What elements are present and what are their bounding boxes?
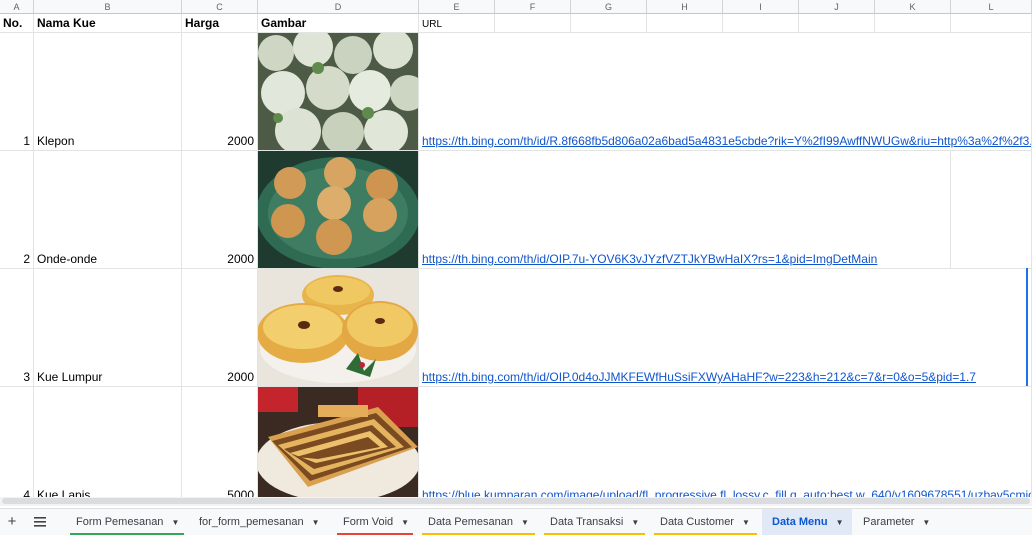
sheet-tab-label: Form Void: [343, 516, 394, 528]
caret-down-icon[interactable]: ▼: [742, 518, 750, 527]
header-empty-i[interactable]: [723, 14, 799, 33]
row-1-url-link[interactable]: https://th.bing.com/th/id/R.8f668fb5d806…: [422, 134, 1031, 148]
sheet-tab-color-bar: [544, 533, 645, 535]
sheet-tab-color-bar: [654, 533, 757, 535]
row-3-url[interactable]: https://th.bing.com/th/id/OIP.0d4oJJMKFE…: [419, 269, 1032, 387]
column-header-h[interactable]: H: [647, 0, 723, 14]
row-2-gambar-cell[interactable]: [258, 151, 419, 269]
header-empty-k[interactable]: [875, 14, 951, 33]
row-3-url-link[interactable]: https://th.bing.com/th/id/OIP.0d4oJJMKFE…: [422, 370, 976, 384]
row-2-harga[interactable]: 2000: [182, 151, 258, 269]
kue-lumpur-image: [258, 269, 418, 386]
row-3-no[interactable]: 3: [0, 269, 34, 387]
spreadsheet-grid[interactable]: ABCDEFGHIJKL No. Nama Kue Harga Gambar U…: [0, 0, 1032, 497]
sheet-tab-color-bar: [70, 533, 184, 535]
header-empty-g[interactable]: [571, 14, 647, 33]
kue-lapis-image: [258, 387, 418, 497]
caret-down-icon[interactable]: ▼: [836, 518, 844, 527]
caret-down-icon[interactable]: ▼: [401, 518, 409, 527]
row-4-no[interactable]: 4: [0, 387, 34, 497]
caret-down-icon[interactable]: ▼: [171, 518, 179, 527]
sheet-tab-label: Data Customer: [660, 516, 734, 528]
header-empty-h[interactable]: [647, 14, 723, 33]
row-2-url-link[interactable]: https://th.bing.com/th/id/OIP.7u-YOV6K3v…: [422, 252, 877, 266]
row-4-gambar-cell[interactable]: [258, 387, 419, 497]
column-header-e[interactable]: E: [419, 0, 495, 14]
klepon-image: [258, 33, 418, 150]
sheet-tab-data-pemesanan[interactable]: Data Pemesanan ▼: [418, 509, 539, 535]
caret-down-icon[interactable]: ▼: [631, 518, 639, 527]
row-3-harga[interactable]: 2000: [182, 269, 258, 387]
selection-edge: [1026, 268, 1028, 386]
plus-icon[interactable]: +: [0, 509, 24, 535]
row-3-nama[interactable]: Kue Lumpur: [34, 269, 182, 387]
row-1-harga[interactable]: 2000: [182, 33, 258, 151]
header-gambar[interactable]: Gambar: [258, 14, 419, 33]
sheet-tab-color-bar: [337, 533, 413, 535]
sheet-tab-label: Parameter: [863, 516, 915, 528]
row-4-url-link[interactable]: https://blue.kumparan.com/image/upload/f…: [422, 488, 1031, 497]
sheet-tab-label: for_form_pemesanan: [199, 516, 304, 528]
sheet-tab-for-form-pemesanan[interactable]: for_form_pemesanan ▼: [189, 509, 332, 535]
row-3-gambar-cell[interactable]: [258, 269, 419, 387]
row-1-url[interactable]: https://th.bing.com/th/id/R.8f668fb5d806…: [419, 33, 1032, 151]
sheet-tab-form-void[interactable]: Form Void ▼: [333, 509, 417, 535]
header-url[interactable]: URL: [419, 14, 495, 33]
sheet-tab-label: Data Menu: [772, 516, 828, 528]
caret-down-icon[interactable]: ▼: [922, 518, 930, 527]
row-1-gambar-cell[interactable]: [258, 33, 419, 151]
header-empty-l[interactable]: [951, 14, 1032, 33]
row-2-no[interactable]: 2: [0, 151, 34, 269]
sheet-tab-color-bar: [422, 533, 535, 535]
column-header-i[interactable]: I: [723, 0, 799, 14]
header-harga[interactable]: Harga: [182, 14, 258, 33]
menu-icon[interactable]: [28, 509, 52, 535]
column-header-f[interactable]: F: [495, 0, 571, 14]
row-2-url[interactable]: https://th.bing.com/th/id/OIP.7u-YOV6K3v…: [419, 151, 951, 269]
row-1-no[interactable]: 1: [0, 33, 34, 151]
row-1-nama[interactable]: Klepon: [34, 33, 182, 151]
header-no[interactable]: No.: [0, 14, 34, 33]
horizontal-scrollbar[interactable]: [0, 497, 1032, 506]
menu-icon-glyph: [34, 517, 46, 527]
header-empty-j[interactable]: [799, 14, 875, 33]
column-header-j[interactable]: J: [799, 0, 875, 14]
sheet-tab-label: Data Transaksi: [550, 516, 624, 528]
onde-onde-image: [258, 151, 418, 268]
header-empty-f[interactable]: [495, 14, 571, 33]
sheet-tab-parameter[interactable]: Parameter ▼: [853, 509, 938, 535]
sheet-tab-data-menu[interactable]: Data Menu ▼: [762, 509, 852, 535]
column-header-c[interactable]: C: [182, 0, 258, 14]
row-4-harga[interactable]: 5000: [182, 387, 258, 497]
sheet-tab-label: Data Pemesanan: [428, 516, 513, 528]
sheet-tab-label: Form Pemesanan: [76, 516, 164, 528]
sheet-tab-form-pemesanan[interactable]: Form Pemesanan ▼: [66, 509, 188, 535]
column-header-a[interactable]: A: [0, 0, 34, 14]
column-header-b[interactable]: B: [34, 0, 182, 14]
row-2-empty-l[interactable]: [951, 151, 1032, 269]
sheet-tab-data-transaksi[interactable]: Data Transaksi ▼: [540, 509, 649, 535]
caret-down-icon[interactable]: ▼: [521, 518, 529, 527]
column-header-g[interactable]: G: [571, 0, 647, 14]
header-nama-kue[interactable]: Nama Kue: [34, 14, 182, 33]
row-2-nama[interactable]: Onde-onde: [34, 151, 182, 269]
row-4-url[interactable]: https://blue.kumparan.com/image/upload/f…: [419, 387, 1032, 497]
sheet-tab-data-customer[interactable]: Data Customer ▼: [650, 509, 761, 535]
sheet-tab-bar: + Form Pemesanan ▼ for_form_pemesanan ▼ Form…: [0, 508, 1032, 535]
row-4-nama[interactable]: Kue Lapis: [34, 387, 182, 497]
caret-down-icon[interactable]: ▼: [312, 518, 320, 527]
horizontal-scrollbar-thumb[interactable]: [2, 498, 1030, 504]
column-header-l[interactable]: L: [951, 0, 1032, 14]
column-header-d[interactable]: D: [258, 0, 419, 14]
column-header-k[interactable]: K: [875, 0, 951, 14]
